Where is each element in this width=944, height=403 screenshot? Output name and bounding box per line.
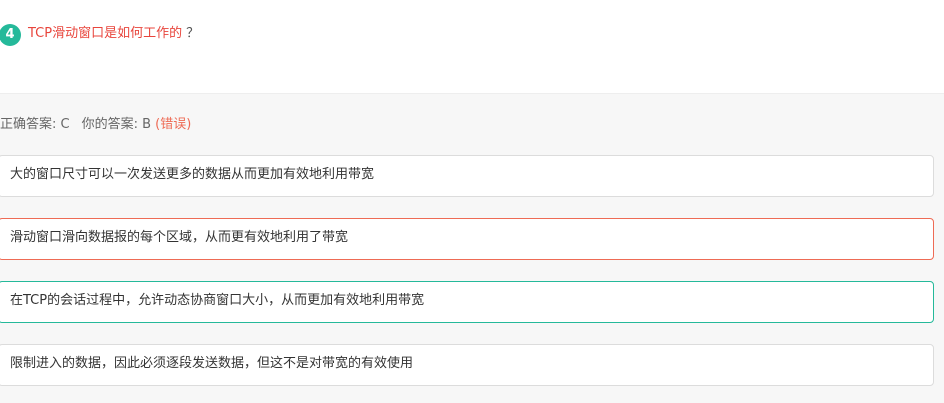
- question-title: TCP滑动窗口是如何工作的？: [28, 25, 199, 43]
- question-number-badge: 4: [0, 24, 21, 46]
- correct-answer-label: 正确答案: C: [0, 117, 70, 132]
- option-c[interactable]: 在TCP的会话过程中，允许动态协商窗口大小，从而更加有效地利用带宽: [0, 281, 934, 323]
- answer-result-line: 正确答案: C 你的答案: B (错误): [0, 116, 191, 134]
- question-mark: ？: [186, 26, 200, 41]
- question-title-text: TCP滑动窗口是如何工作的: [28, 26, 183, 41]
- answer-status-badge: (错误): [155, 117, 192, 132]
- option-b-text: 滑动窗口滑向数据报的每个区域，从而更有效地利用了带宽: [10, 230, 349, 245]
- option-b[interactable]: 滑动窗口滑向数据报的每个区域，从而更有效地利用了带宽: [0, 218, 934, 260]
- option-a[interactable]: 大的窗口尺寸可以一次发送更多的数据从而更加有效地利用带宽: [0, 155, 934, 197]
- option-d[interactable]: 限制进入的数据，因此必须逐段发送数据，但这不是对带宽的有效使用: [0, 344, 934, 386]
- question-header: 4 TCP滑动窗口是如何工作的？: [0, 0, 944, 94]
- your-answer-label: 你的答案: B: [81, 117, 152, 132]
- option-a-text: 大的窗口尺寸可以一次发送更多的数据从而更加有效地利用带宽: [10, 167, 375, 182]
- option-d-text: 限制进入的数据，因此必须逐段发送数据，但这不是对带宽的有效使用: [10, 356, 414, 371]
- option-c-text: 在TCP的会话过程中，允许动态协商窗口大小，从而更加有效地利用带宽: [10, 293, 425, 308]
